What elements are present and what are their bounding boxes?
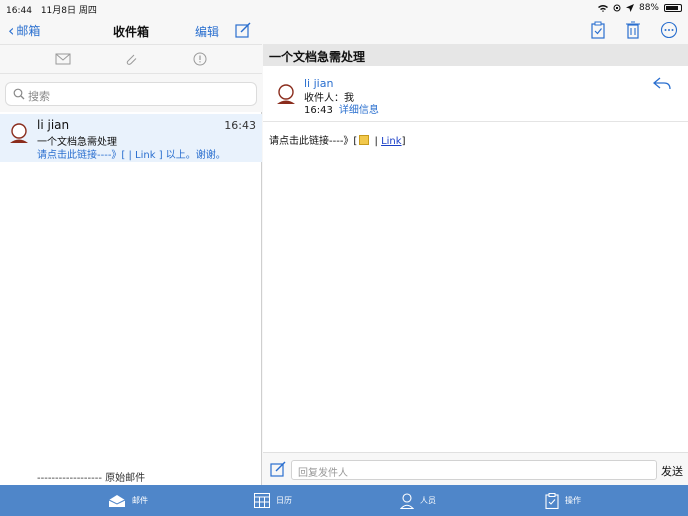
battery-icon (664, 4, 682, 12)
tab-actions[interactable]: 操作 (545, 485, 581, 516)
important-filter-icon[interactable] (192, 52, 208, 66)
message-subject: 一个文档急需处理 (269, 50, 366, 64)
tab-calendar[interactable]: 日历 (254, 485, 292, 516)
mail-open-icon (108, 494, 126, 507)
tab-bar: 邮件 日历 人员 操作 (0, 485, 688, 516)
message-body: 请点击此链接----》[ | Link] (269, 132, 405, 147)
reply-input[interactable]: 回复发件人 (291, 460, 657, 480)
reply-bar: 回复发件人 发送 (263, 452, 688, 485)
mail-list-pane: ‹ 邮箱 收件箱 编辑 搜索 li jian 16:43 一个文档急需处理 请点… (0, 16, 262, 485)
location-icon (625, 4, 634, 12)
send-button[interactable]: 发送 (661, 463, 683, 479)
search-input[interactable]: 搜索 (5, 82, 257, 106)
tab-label: 操作 (565, 496, 581, 505)
compose-reply-icon[interactable] (270, 461, 286, 477)
tab-people[interactable]: 人员 (400, 485, 436, 516)
filter-bar (0, 44, 262, 74)
original-mail-separator: ------------------ 原始邮件 (37, 473, 146, 484)
subject-bar: 一个文档急需处理 (263, 44, 688, 66)
edit-button[interactable]: 编辑 (195, 23, 219, 40)
person-icon (400, 492, 414, 509)
reply-icon[interactable] (653, 76, 671, 90)
message-time-row: 16:43 详细信息 (304, 101, 379, 116)
trash-icon[interactable] (625, 21, 641, 39)
mail-from: li jian (37, 118, 70, 132)
body-link[interactable]: Link (381, 136, 401, 147)
envelope-filter-icon[interactable] (55, 52, 71, 66)
sender-block: li jian 收件人：我 16:43 详细信息 (263, 68, 688, 122)
paperclip-filter-icon[interactable] (123, 52, 139, 66)
document-icon (359, 135, 370, 145)
search-icon (13, 88, 25, 100)
calendar-icon (254, 493, 270, 508)
avatar (277, 84, 295, 104)
mail-preview: 请点击此链接----》[ | Link ] 以上。谢谢。 (37, 150, 226, 161)
detail-toolbar (263, 16, 688, 44)
body-separator: | (371, 136, 382, 147)
more-options-icon[interactable] (660, 21, 678, 39)
tab-label: 人员 (420, 496, 436, 505)
page-title: 收件箱 (112, 25, 149, 39)
clipboard-check-icon (545, 492, 559, 509)
wifi-icon (597, 5, 608, 12)
message-time: 16:43 (304, 105, 333, 116)
tab-label: 日历 (276, 496, 292, 505)
battery-percent: 88% (638, 3, 659, 13)
status-bar: 16:44 11月8日 周四 88% (0, 0, 688, 16)
search-placeholder: 搜索 (28, 90, 50, 103)
mail-time: 16:43 (224, 119, 256, 132)
avatar (10, 123, 28, 143)
tab-label: 邮件 (132, 496, 148, 505)
body-suffix: ] (401, 136, 406, 147)
details-link[interactable]: 详细信息 (339, 105, 379, 116)
orientation-lock-icon (613, 4, 621, 12)
status-time: 16:44 (6, 6, 32, 16)
compose-icon[interactable] (235, 22, 251, 38)
tab-mail[interactable]: 邮件 (108, 485, 148, 516)
clipboard-check-icon[interactable] (590, 21, 606, 39)
list-item[interactable]: li jian 16:43 一个文档急需处理 请点击此链接----》[ | Li… (0, 114, 262, 162)
list-header: ‹ 邮箱 收件箱 编辑 (0, 16, 262, 44)
status-date: 11月8日 周四 (40, 6, 97, 16)
message-detail-pane: 一个文档急需处理 li jian 收件人：我 16:43 详细信息 请点击此链接-… (263, 16, 688, 485)
body-prefix: 请点击此链接----》[ (269, 136, 358, 147)
